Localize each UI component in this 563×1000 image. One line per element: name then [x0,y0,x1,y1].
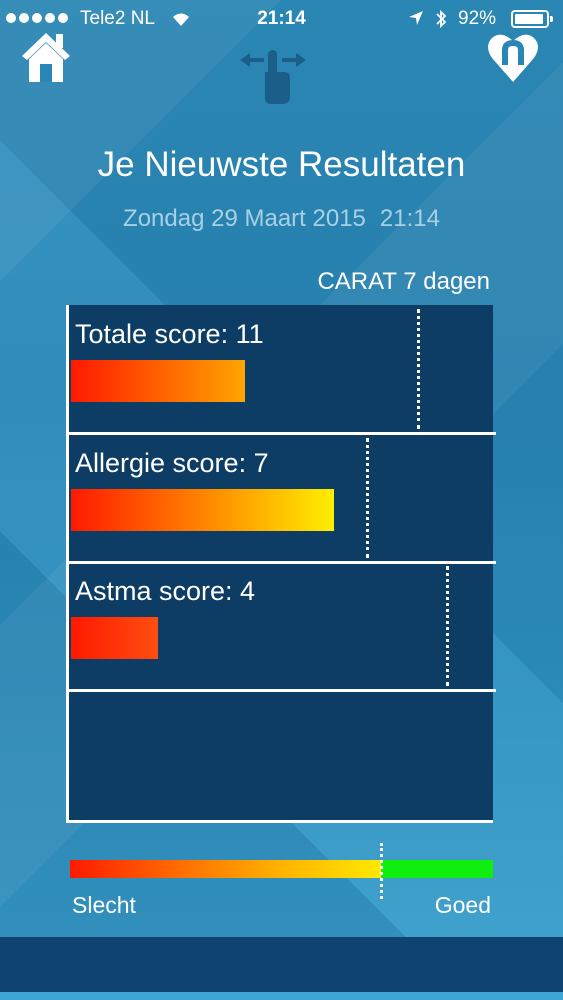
total-score-label: Totale score: 11 [75,319,264,349]
scale-good-label: Goed [434,892,491,918]
scale-bad-label: Slecht [72,892,136,918]
total-score-bar [71,360,245,402]
swipe-hand-icon[interactable] [238,42,308,108]
bottom-accent-strip [0,992,563,1000]
status-bar: Tele2 NL 21:14 92% [0,0,563,40]
score-row-total: Totale score: 11 [69,305,496,435]
allergy-score-label: Allergie score: 7 [75,448,269,478]
scale-threshold-marker [380,843,383,899]
asthma-score-target-marker [446,566,449,686]
allergy-score-target-marker [366,438,369,558]
score-scale-bar [70,860,493,878]
score-row-allergy: Allergie score: 7 [69,434,496,564]
result-date: Zondag 29 Maart 2015 21:14 [0,205,563,233]
chart-title: CARAT 7 dagen [317,268,490,295]
battery-icon [511,10,553,28]
total-score-target-marker [417,309,420,429]
score-chart: Totale score: 11 Allergie score: 7 Astma… [66,305,496,823]
allergy-score-bar [71,489,334,531]
location-arrow-icon [409,11,423,25]
time-text: 21:14 [379,205,440,232]
asthma-score-label: Astma score: 4 [75,576,256,606]
bottom-toolbar [0,937,563,992]
asthma-score-bar [71,617,158,659]
row-divider [69,689,496,692]
heart-logo-icon[interactable] [486,30,540,86]
page-title: Je Nieuwste Resultaten [97,145,466,184]
battery-percentage: 92% [458,8,497,29]
home-icon[interactable] [20,30,72,84]
score-row-asthma: Astma score: 4 [69,562,496,692]
bluetooth-icon [436,9,447,29]
date-text: Zondag 29 Maart 2015 [123,205,366,232]
